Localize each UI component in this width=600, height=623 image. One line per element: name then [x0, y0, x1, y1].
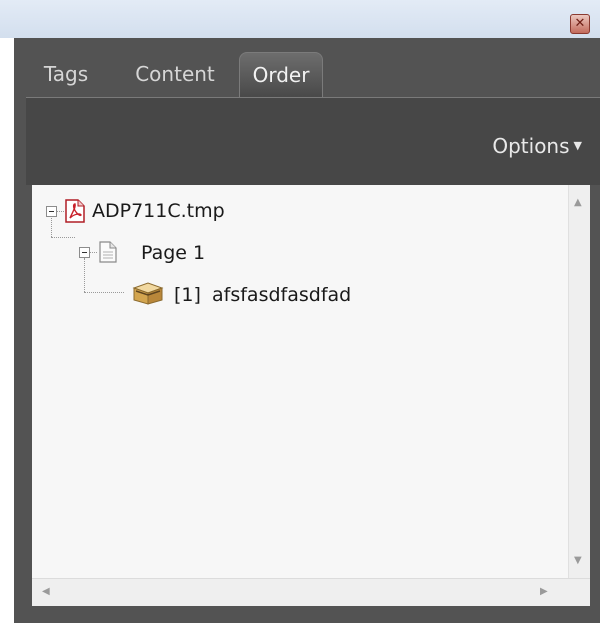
- options-button[interactable]: Options ▼: [492, 134, 582, 162]
- scroll-down-icon[interactable]: ▼: [574, 555, 582, 566]
- collapse-toggle-root[interactable]: [46, 206, 57, 217]
- collapse-toggle-page[interactable]: [79, 247, 90, 258]
- scroll-right-icon[interactable]: ▶: [540, 586, 548, 597]
- tree-connector: [84, 258, 85, 292]
- close-icon: ✕: [574, 16, 586, 31]
- scroll-left-icon[interactable]: ◀: [42, 586, 50, 597]
- tree-item-index: [1]: [174, 284, 201, 306]
- horizontal-scrollbar[interactable]: ◀ ▶: [32, 578, 590, 606]
- page-icon: [99, 241, 117, 263]
- pdf-file-icon: [65, 199, 85, 223]
- tab-content[interactable]: Content: [120, 52, 230, 98]
- window-titlebar: ✕: [0, 0, 600, 38]
- chevron-down-icon: ▼: [573, 139, 582, 152]
- tab-tags[interactable]: Tags: [26, 52, 106, 98]
- tree-item-label[interactable]: afsfasdfasdfad: [212, 283, 351, 307]
- close-button[interactable]: ✕: [570, 14, 590, 34]
- options-label: Options: [492, 134, 570, 158]
- tree-connector: [51, 237, 75, 238]
- tree-connector: [51, 216, 52, 237]
- tree-page-label[interactable]: Page 1: [141, 241, 205, 265]
- tree-root-label[interactable]: ADP711C.tmp: [92, 199, 225, 223]
- panel-bottom-edge: [26, 606, 600, 623]
- vertical-scrollbar[interactable]: ▲ ▼: [568, 185, 590, 578]
- tree-connector: [56, 211, 64, 212]
- panel-toolbar: Options ▼: [26, 97, 600, 185]
- container-box-icon: [132, 282, 164, 305]
- tree-connector: [84, 292, 124, 293]
- scroll-up-icon[interactable]: ▲: [574, 197, 582, 208]
- tree-connector: [89, 252, 97, 253]
- order-tree: ADP711C.tmp Page 1 [1] afsfasdfasdfad: [32, 185, 568, 578]
- tab-order[interactable]: Order: [239, 52, 323, 100]
